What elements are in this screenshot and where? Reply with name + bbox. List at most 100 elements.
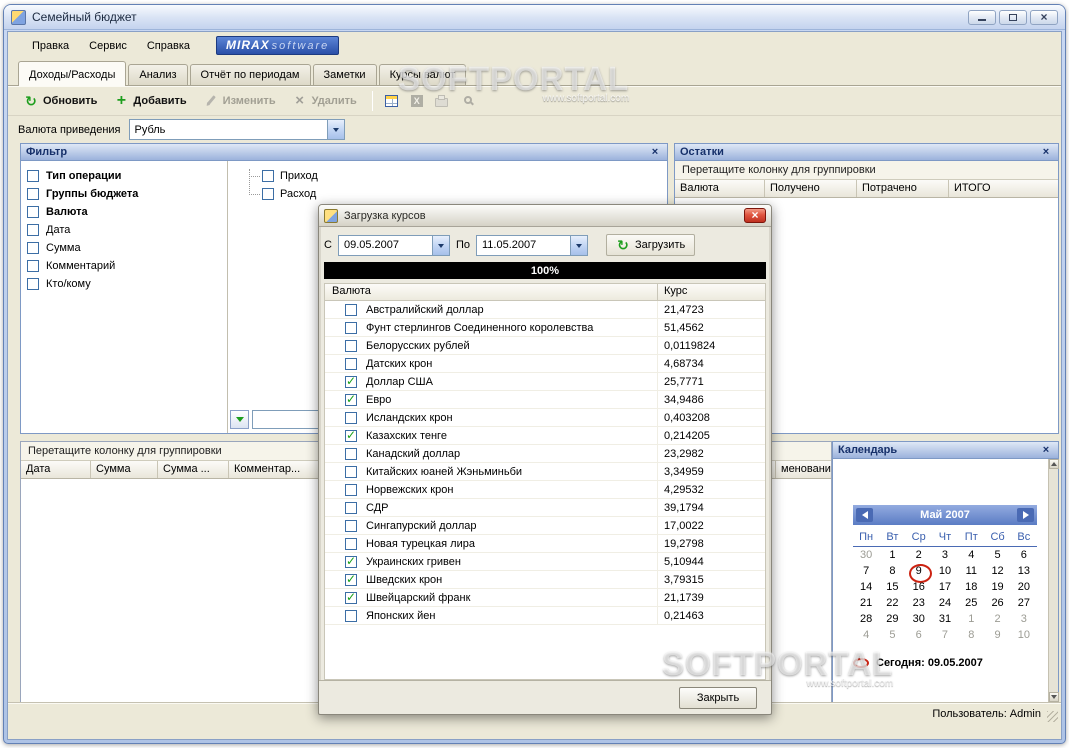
calendar-day[interactable]: 23 xyxy=(906,597,932,613)
tab[interactable]: Заметки xyxy=(312,64,377,85)
currency-rate-row[interactable]: Австралийский доллар 21,4723 xyxy=(325,301,765,319)
chevron-down-icon[interactable] xyxy=(431,235,449,255)
calendar-day[interactable]: 8 xyxy=(879,565,905,581)
load-button[interactable]: Загрузить xyxy=(605,234,696,256)
balances-group-hint[interactable]: Перетащите колонку для группировки xyxy=(675,161,1058,180)
calendar-day[interactable]: 6 xyxy=(906,629,932,645)
calendar-day[interactable]: 5 xyxy=(879,629,905,645)
operation-checkbox[interactable] xyxy=(262,188,274,200)
filter-checkbox[interactable] xyxy=(27,224,39,236)
calendar-day[interactable]: 22 xyxy=(879,597,905,613)
calendar-day[interactable]: 13 xyxy=(1011,565,1037,581)
filter-close-icon[interactable] xyxy=(648,146,662,158)
column-header[interactable]: Получено xyxy=(765,180,857,197)
currency-rate-row[interactable]: Датских крон 4,68734 xyxy=(325,355,765,373)
currency-checkbox[interactable] xyxy=(345,465,357,478)
operation-checkbox[interactable] xyxy=(262,170,274,182)
column-header[interactable]: Дата xyxy=(21,461,91,478)
titlebar[interactable]: Семейный бюджет xyxy=(4,5,1065,30)
calendar-day[interactable]: 17 xyxy=(932,581,958,597)
calendar-day[interactable]: 2 xyxy=(906,549,932,565)
filter-tree-item[interactable]: Группы бюджета xyxy=(27,185,221,203)
calendar-day[interactable]: 20 xyxy=(1011,581,1037,597)
column-header[interactable]: Валюта xyxy=(675,180,765,197)
currency-rate-row[interactable]: Канадский доллар 23,2982 xyxy=(325,445,765,463)
menu-item[interactable]: Сервис xyxy=(79,36,137,56)
calendar-day[interactable]: 1 xyxy=(879,549,905,565)
currency-rate-row[interactable]: Фунт стерлингов Соединенного королевства… xyxy=(325,319,765,337)
currency-checkbox[interactable] xyxy=(345,374,357,388)
currency-column-header[interactable]: Валюта xyxy=(325,284,657,300)
calendar-day[interactable]: 30 xyxy=(906,613,932,629)
currency-rate-row[interactable]: Японских йен 0,21463 xyxy=(325,607,765,625)
filter-checkbox[interactable] xyxy=(27,260,39,272)
currency-checkbox[interactable] xyxy=(345,572,357,586)
calendar-day[interactable]: 26 xyxy=(984,597,1010,613)
currency-checkbox[interactable] xyxy=(345,303,357,316)
filter-tree-item[interactable]: Тип операции xyxy=(27,167,221,185)
minimize-button[interactable] xyxy=(968,9,996,25)
filter-tree-item[interactable]: Сумма xyxy=(27,239,221,257)
column-header[interactable]: Сумма xyxy=(91,461,158,478)
calendar-day[interactable]: 4 xyxy=(958,549,984,565)
filter-tree-item[interactable]: Комментарий xyxy=(27,257,221,275)
currency-rate-row[interactable]: Сингапурский доллар 17,0022 xyxy=(325,517,765,535)
calendar-day[interactable]: 3 xyxy=(932,549,958,565)
calendar-day[interactable]: 11 xyxy=(958,565,984,581)
currency-rate-row[interactable]: Евро 34,9486 xyxy=(325,391,765,409)
calendar-day[interactable]: 27 xyxy=(1011,597,1037,613)
dialog-close-action-button[interactable]: Закрыть xyxy=(679,686,757,709)
menu-item[interactable]: Справка xyxy=(137,36,200,56)
calendar-day[interactable]: 7 xyxy=(932,629,958,645)
filter-checkbox[interactable] xyxy=(27,242,39,254)
calendar-day[interactable]: 28 xyxy=(853,613,879,629)
currency-checkbox[interactable] xyxy=(345,609,357,622)
scroll-up-icon[interactable] xyxy=(1048,459,1059,469)
calendar-day[interactable]: 9 xyxy=(906,564,932,583)
filter-checkbox[interactable] xyxy=(27,206,39,218)
currency-rate-row[interactable]: Белорусских рублей 0,0119824 xyxy=(325,337,765,355)
currency-rate-row[interactable]: Китайских юаней Жэньминьби 3,34959 xyxy=(325,463,765,481)
refresh-button[interactable]: Обновить xyxy=(16,90,105,112)
tab[interactable]: Курсы валют xyxy=(378,64,467,85)
calendar-day[interactable]: 12 xyxy=(984,565,1010,581)
calendar-scrollbar[interactable] xyxy=(1048,459,1059,702)
currency-checkbox[interactable] xyxy=(345,537,357,550)
currency-checkbox[interactable] xyxy=(345,501,357,514)
column-header[interactable]: Потрачено xyxy=(857,180,949,197)
prev-month-icon[interactable] xyxy=(856,508,873,522)
close-button[interactable] xyxy=(1030,9,1058,25)
filter-tree-item[interactable]: Дата xyxy=(27,221,221,239)
currency-checkbox[interactable] xyxy=(345,392,357,406)
tab[interactable]: Отчёт по периодам xyxy=(189,64,311,85)
calendar-day[interactable]: 7 xyxy=(853,565,879,581)
currency-rate-row[interactable]: Новая турецкая лира 19,2798 xyxy=(325,535,765,553)
dialog-close-button[interactable] xyxy=(744,208,766,223)
currency-checkbox[interactable] xyxy=(345,321,357,334)
tab[interactable]: Доходы/Расходы xyxy=(18,61,127,86)
resize-grip[interactable] xyxy=(1047,711,1058,722)
column-header[interactable]: Комментар... xyxy=(229,461,321,478)
calendar-day[interactable]: 1 xyxy=(958,613,984,629)
calendar-day[interactable]: 31 xyxy=(932,613,958,629)
balances-close-icon[interactable] xyxy=(1039,146,1053,158)
tab[interactable]: Анализ xyxy=(128,64,188,85)
calendar-day[interactable]: 30 xyxy=(853,549,879,565)
menu-item[interactable]: Правка xyxy=(22,36,79,56)
currency-checkbox[interactable] xyxy=(345,554,357,568)
chevron-down-icon[interactable] xyxy=(326,120,344,139)
filter-checkbox[interactable] xyxy=(27,188,39,200)
currency-rate-row[interactable]: Швейцарский франк 21,1739 xyxy=(325,589,765,607)
column-header[interactable]: менование xyxy=(776,461,831,478)
base-currency-select[interactable]: Рубль xyxy=(128,119,345,140)
calendar-day[interactable]: 8 xyxy=(958,629,984,645)
operation-item[interactable]: Расход xyxy=(240,185,667,203)
currency-checkbox[interactable] xyxy=(345,447,357,460)
currency-checkbox[interactable] xyxy=(345,357,357,370)
currency-checkbox[interactable] xyxy=(345,428,357,442)
to-date-select[interactable]: 11.05.2007 xyxy=(475,234,588,256)
filter-checkbox[interactable] xyxy=(27,170,39,182)
filter-tree-item[interactable]: Валюта xyxy=(27,203,221,221)
operation-item[interactable]: Приход xyxy=(240,167,667,185)
currency-rate-row[interactable]: Доллар США 25,7771 xyxy=(325,373,765,391)
